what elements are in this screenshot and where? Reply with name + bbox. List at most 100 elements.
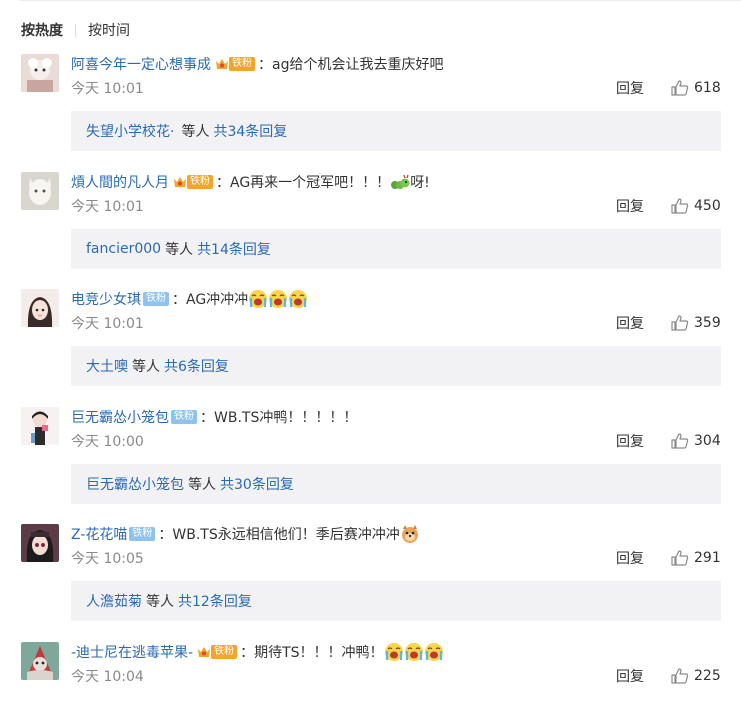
fan-badge[interactable]: 铁粉 xyxy=(129,526,156,542)
avatar[interactable] xyxy=(21,54,59,92)
reply-button[interactable]: 回复 xyxy=(616,313,644,333)
reply-middle-text: 等人 xyxy=(165,242,194,258)
like-count: 291 xyxy=(694,550,721,566)
crown-icon xyxy=(214,56,230,72)
comment-username[interactable]: 阿喜今年一定心想事成 xyxy=(71,54,211,74)
comment-username[interactable]: Z-花花喵 xyxy=(71,524,127,544)
avatar[interactable] xyxy=(21,524,59,562)
fan-badge[interactable]: 铁粉 xyxy=(172,174,213,190)
comment-text-after: 呀! xyxy=(410,175,430,191)
fan-badge-label: 铁粉 xyxy=(171,410,197,424)
reply-summary[interactable]: 巨无霸怂小笼包 等人 共30条回复 xyxy=(71,464,721,504)
fan-badge[interactable]: 铁粉 xyxy=(196,644,238,660)
reply-user-link[interactable]: 大土噢 xyxy=(86,356,128,376)
reply-user-link[interactable]: fancier000 xyxy=(86,241,161,257)
avatar[interactable] xyxy=(21,172,59,210)
comment-time: 今天 10:00 xyxy=(71,434,144,450)
avatar[interactable] xyxy=(21,642,59,680)
comment-text: WB.TS冲鸭！！！！！ xyxy=(214,410,358,426)
reply-button[interactable]: 回复 xyxy=(616,78,644,98)
sort-divider xyxy=(75,23,76,37)
fan-badge[interactable]: 铁粉 xyxy=(214,56,255,72)
colon: ： xyxy=(172,292,186,308)
like-count: 225 xyxy=(694,668,721,684)
reply-middle-text: 等人 xyxy=(188,477,216,493)
reply-total-link[interactable]: 共30条回复 xyxy=(220,474,294,494)
cry-emoji-icon xyxy=(269,290,288,308)
comment-text: ag给个机会让我去重庆好吧 xyxy=(272,57,444,73)
colon: ： xyxy=(240,645,255,661)
comment-text: AG冲冲冲 xyxy=(186,292,249,308)
like-button[interactable]: 450 xyxy=(671,196,721,216)
like-count: 304 xyxy=(694,433,721,449)
comment-text: AG再来一个冠军吧！！！ xyxy=(230,175,391,191)
comment-time: 今天 10:01 xyxy=(71,199,144,215)
fan-badge[interactable]: 铁粉 xyxy=(143,291,169,307)
reply-user-link[interactable]: 巨无霸怂小笼包 xyxy=(86,474,184,494)
reply-total-link[interactable]: 共12条回复 xyxy=(178,591,252,611)
reply-button[interactable]: 回复 xyxy=(616,666,644,686)
colon: ： xyxy=(158,527,173,543)
crown-icon xyxy=(172,174,188,190)
reply-total-link[interactable]: 共6条回复 xyxy=(164,356,229,376)
cry-emoji-icon xyxy=(384,643,403,661)
comment-time: 今天 10:01 xyxy=(71,81,144,97)
reply-button[interactable]: 回复 xyxy=(616,196,644,216)
reply-summary[interactable]: fancier000 等人 共14条回复 xyxy=(71,229,721,269)
cry-emoji-icon xyxy=(424,643,443,661)
thumbs-up-icon xyxy=(671,668,689,684)
top-divider xyxy=(20,0,741,1)
comment-username[interactable]: -迪士尼在逃毒苹果- xyxy=(71,642,193,662)
caterpillar-emoji-icon xyxy=(391,174,410,189)
thumbs-up-icon xyxy=(671,315,689,331)
reply-summary[interactable]: 大土噢 等人 共6条回复 xyxy=(71,346,721,386)
reply-user-link[interactable]: 失望小学校花· xyxy=(86,121,174,141)
like-button[interactable]: 618 xyxy=(671,78,721,98)
reply-summary[interactable]: 失望小学校花· 等人 共34条回复 xyxy=(71,111,721,151)
colon: ： xyxy=(258,57,272,73)
comment-time: 今天 10:05 xyxy=(71,551,144,567)
reply-user-link[interactable]: 人澹茹菊 xyxy=(86,591,142,611)
comment-time: 今天 10:04 xyxy=(71,669,144,685)
fan-badge-label: 铁粉 xyxy=(187,175,213,189)
fan-badge-label: 铁粉 xyxy=(211,645,238,659)
avatar[interactable] xyxy=(21,407,59,445)
reply-button[interactable]: 回复 xyxy=(616,431,644,451)
fan-badge[interactable]: 铁粉 xyxy=(171,409,197,425)
fan-badge-label: 铁粉 xyxy=(129,527,156,541)
comment-text: 期待TS！！！冲鸭！ xyxy=(254,645,384,661)
doge-emoji-icon xyxy=(401,525,418,543)
like-count: 359 xyxy=(694,315,721,331)
comment-username[interactable]: 电竞少女琪 xyxy=(71,289,141,309)
reply-total-link[interactable]: 共34条回复 xyxy=(213,121,287,141)
reply-total-link[interactable]: 共14条回复 xyxy=(197,239,271,259)
sort-by-time-tab[interactable]: 按时间 xyxy=(88,20,130,40)
comment-time: 今天 10:01 xyxy=(71,316,144,332)
reply-middle-text: 等人 xyxy=(181,124,210,140)
cry-emoji-icon xyxy=(404,643,423,661)
like-button[interactable]: 225 xyxy=(671,666,721,686)
avatar[interactable] xyxy=(21,289,59,327)
thumbs-up-icon xyxy=(671,433,689,449)
like-button[interactable]: 304 xyxy=(671,431,721,451)
thumbs-up-icon xyxy=(671,80,689,96)
reply-button[interactable]: 回复 xyxy=(616,548,644,568)
like-button[interactable]: 291 xyxy=(671,548,721,568)
comment-username[interactable]: 巨无霸怂小笼包 xyxy=(71,407,169,427)
cry-emoji-icon xyxy=(249,290,268,308)
sort-by-hot-tab[interactable]: 按热度 xyxy=(21,20,63,40)
thumbs-up-icon xyxy=(671,198,689,214)
sort-tabs: 按热度 按时间 xyxy=(21,20,130,40)
reply-summary[interactable]: 人澹茹菊 等人 共12条回复 xyxy=(71,581,721,621)
like-count: 618 xyxy=(694,80,721,96)
colon: ： xyxy=(200,410,214,426)
comment-username[interactable]: 熕人間的凡人月 xyxy=(71,172,169,192)
thumbs-up-icon xyxy=(671,550,689,566)
cry-emoji-icon xyxy=(289,290,308,308)
reply-middle-text: 等人 xyxy=(146,594,174,610)
colon: ： xyxy=(216,175,230,191)
fan-badge-label: 铁粉 xyxy=(143,292,169,306)
like-button[interactable]: 359 xyxy=(671,313,721,333)
like-count: 450 xyxy=(694,198,721,214)
fan-badge-label: 铁粉 xyxy=(229,57,255,71)
